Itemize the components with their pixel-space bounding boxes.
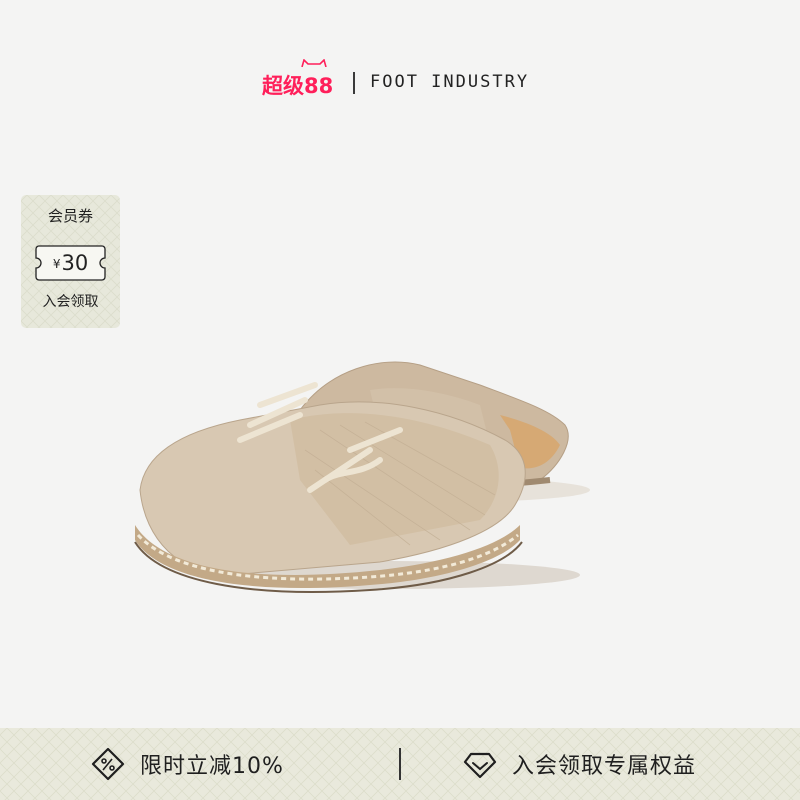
- discount-benefit[interactable]: 限时立减10%: [90, 728, 284, 800]
- brand-header: 超级88 FOOT INDUSTRY: [0, 59, 800, 102]
- member-benefit[interactable]: 入会领取专属权益: [462, 728, 696, 800]
- discount-text: 限时立减10%: [140, 754, 284, 779]
- member-coupon[interactable]: 会员券 ¥30 入会领取: [21, 195, 120, 328]
- coupon-ticket: ¥30: [35, 245, 106, 281]
- coupon-currency: ¥: [52, 257, 61, 271]
- product-poster: 超级88 FOOT INDUSTRY 会员券 ¥30 入会领取 限时立减10% …: [0, 0, 800, 800]
- member-benefit-text: 入会领取专属权益: [512, 754, 697, 779]
- espadrille-mule-pair-image: [134, 361, 590, 593]
- diamond-icon: [463, 752, 497, 779]
- bottom-benefit-bar: 限时立减10% 入会领取专属权益: [0, 728, 800, 800]
- brand-name: FOOT INDUSTRY: [370, 72, 530, 92]
- coupon-title: 会员券: [47, 207, 93, 225]
- bottom-divider: [399, 748, 401, 780]
- coupon-action: 入会领取: [42, 294, 99, 310]
- promo-logo: 超级88: [262, 74, 334, 98]
- discount-tag-icon: [91, 747, 125, 781]
- tmall-cat-icon: [301, 59, 327, 67]
- coupon-value: 30: [61, 251, 89, 275]
- header-divider: [353, 72, 355, 94]
